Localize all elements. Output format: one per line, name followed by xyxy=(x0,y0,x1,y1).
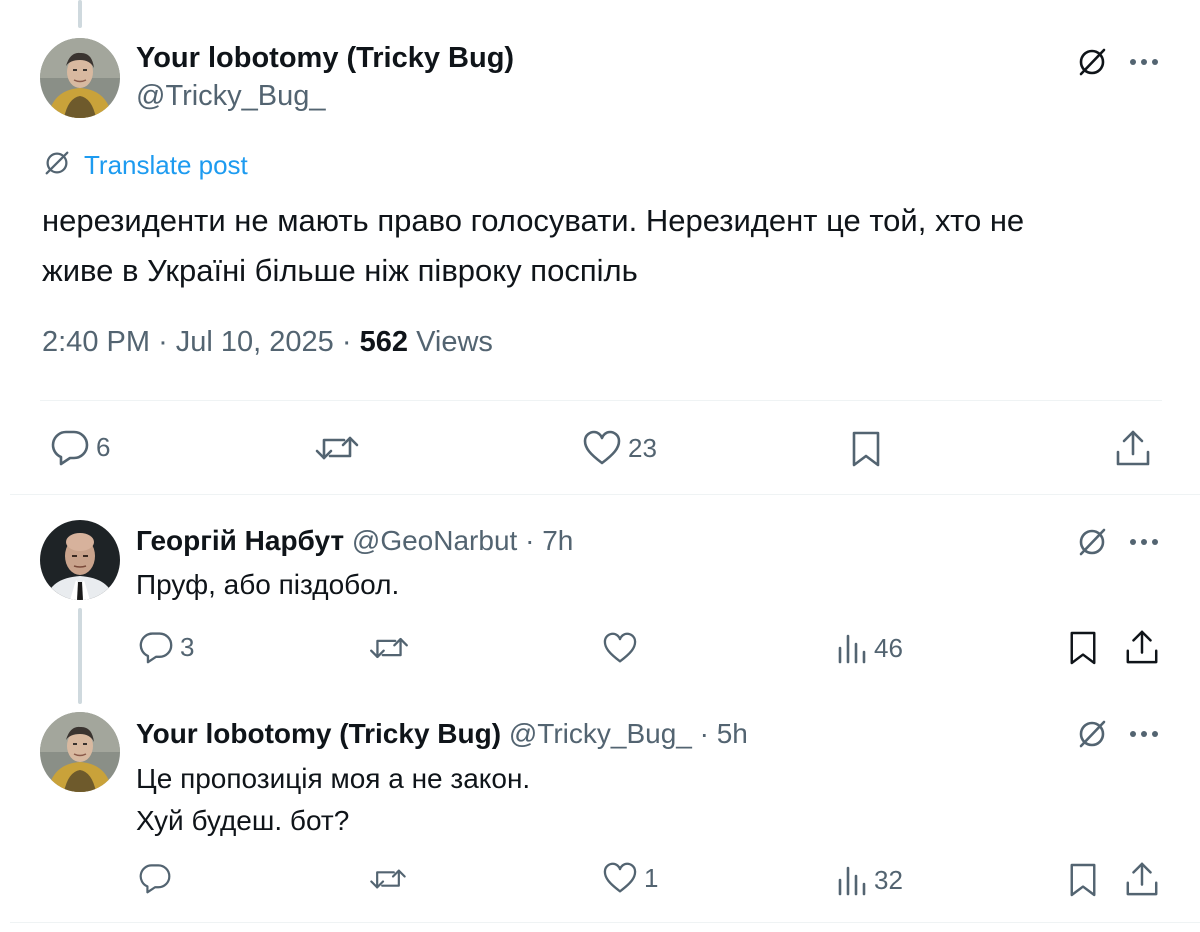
bookmark-icon xyxy=(852,431,880,467)
share-button[interactable] xyxy=(1114,428,1152,468)
reply-icon xyxy=(139,632,173,664)
thread-connector xyxy=(78,608,82,704)
views-button[interactable]: 32 xyxy=(836,864,903,896)
share-button[interactable] xyxy=(1124,860,1160,898)
repost-icon xyxy=(315,436,359,460)
post-meta: 2:40 PM · Jul 10, 2025 · 562 Views xyxy=(42,326,493,359)
separator-dot: · xyxy=(341,326,352,358)
author-name[interactable]: Your lobotomy (Tricky Bug) xyxy=(136,718,501,749)
translate-post-link[interactable]: Translate post xyxy=(42,148,248,183)
reply-header: Your lobotomy (Tricky Bug) @Tricky_Bug_ … xyxy=(136,716,748,752)
reply-time[interactable]: 7h xyxy=(542,525,573,556)
views-icon xyxy=(838,634,866,664)
bookmark-button[interactable] xyxy=(1068,862,1098,898)
avatar[interactable] xyxy=(40,38,120,118)
post-text-line: живе в Україні більше ніж півроку поспіл… xyxy=(42,253,638,288)
translate-icon xyxy=(42,148,72,183)
translate-icon[interactable] xyxy=(1074,716,1110,752)
repost-icon xyxy=(370,869,406,889)
views-label: Views xyxy=(416,326,493,358)
like-count: 1 xyxy=(644,862,659,893)
like-icon xyxy=(603,632,637,663)
share-icon xyxy=(1126,862,1158,896)
reply-text-line: Хуй будеш. бот? xyxy=(136,805,350,836)
more-icon[interactable] xyxy=(1124,524,1164,560)
reply-count: 3 xyxy=(180,631,195,662)
reply-text-line: Пруф, або піздобол. xyxy=(136,569,400,600)
author-name[interactable]: Георгій Нарбут xyxy=(136,525,344,556)
reply-button[interactable]: 6 xyxy=(50,428,110,466)
reply-count: 6 xyxy=(96,431,111,462)
reply-text-line: Це пропозиція моя а не закон. xyxy=(136,763,531,794)
repost-button[interactable] xyxy=(314,430,360,466)
like-count: 23 xyxy=(628,432,657,463)
repost-icon xyxy=(370,637,408,659)
post-date[interactable]: Jul 10, 2025 xyxy=(176,326,334,358)
divider xyxy=(10,922,1200,923)
repost-button[interactable] xyxy=(368,864,408,894)
views-count: 32 xyxy=(874,864,903,895)
bookmark-icon xyxy=(1070,631,1096,665)
reply-text: Це пропозиція моя а не закон. Хуй будеш.… xyxy=(136,758,530,842)
reply-icon xyxy=(51,430,89,466)
reply-icon xyxy=(139,864,171,894)
translate-icon[interactable] xyxy=(1074,44,1110,80)
views-count: 562 xyxy=(359,326,408,358)
thread-connector-top xyxy=(78,0,82,28)
post-time[interactable]: 2:40 PM xyxy=(42,326,150,358)
author-handle[interactable]: @GeoNarbut xyxy=(352,525,517,556)
like-icon xyxy=(603,862,637,893)
thread-view: Your lobotomy (Tricky Bug) @Tricky_Bug_ … xyxy=(0,0,1200,932)
reply-text: Пруф, або піздобол. xyxy=(136,564,399,606)
post-text-line: нерезиденти не мають право голосувати. Н… xyxy=(42,203,1025,238)
avatar[interactable] xyxy=(40,712,120,792)
reply-button[interactable]: 3 xyxy=(138,630,194,664)
avatar[interactable] xyxy=(40,520,120,600)
share-icon xyxy=(1116,430,1150,466)
separator-dot: · xyxy=(158,326,168,358)
post-header: Your lobotomy (Tricky Bug) @Tricky_Bug_ xyxy=(136,40,514,116)
views-icon xyxy=(838,866,866,896)
reply-header: Георгій Нарбут @GeoNarbut · 7h xyxy=(136,523,573,559)
like-icon xyxy=(583,430,621,465)
divider xyxy=(40,400,1162,401)
translate-icon[interactable] xyxy=(1074,524,1110,560)
separator-dot: · xyxy=(525,525,535,556)
reply-button[interactable] xyxy=(138,862,172,894)
divider xyxy=(10,494,1200,495)
bookmark-button[interactable] xyxy=(1068,630,1098,666)
translate-label: Translate post xyxy=(84,150,248,180)
views-button[interactable]: 46 xyxy=(836,632,903,664)
more-icon[interactable] xyxy=(1124,44,1164,80)
post-text: нерезиденти не мають право голосувати. Н… xyxy=(42,196,1162,296)
like-button[interactable] xyxy=(602,632,638,664)
like-button[interactable]: 23 xyxy=(582,430,657,466)
bookmark-icon xyxy=(1070,863,1096,897)
reply-time[interactable]: 5h xyxy=(717,718,748,749)
author-handle[interactable]: @Tricky_Bug_ xyxy=(509,718,692,749)
repost-button[interactable] xyxy=(368,632,410,664)
more-icon[interactable] xyxy=(1124,716,1164,752)
author-handle[interactable]: @Tricky_Bug_ xyxy=(136,76,514,116)
views-count: 46 xyxy=(874,632,903,663)
share-button[interactable] xyxy=(1124,628,1160,666)
separator-dot: · xyxy=(699,718,709,749)
share-icon xyxy=(1126,630,1158,664)
author-name[interactable]: Your lobotomy (Tricky Bug) xyxy=(136,40,514,76)
like-button[interactable]: 1 xyxy=(602,862,658,894)
bookmark-button[interactable] xyxy=(850,430,882,468)
